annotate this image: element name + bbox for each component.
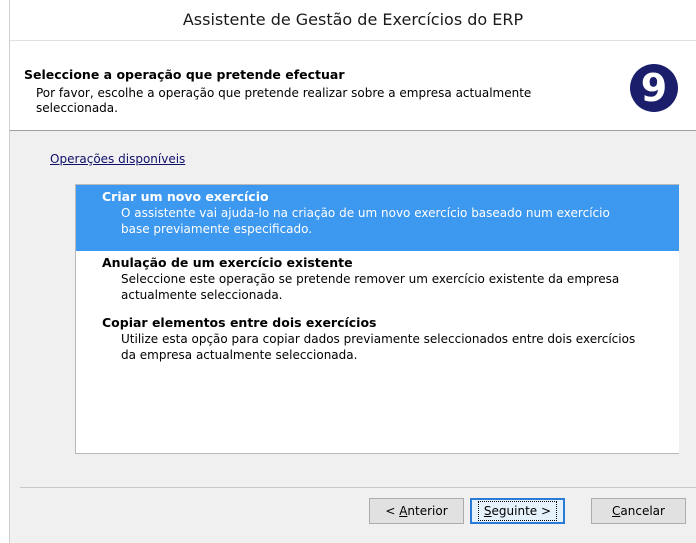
operation-item-create[interactable]: Criar um novo exercício O assistente vai… xyxy=(76,185,679,251)
footer-divider xyxy=(20,487,696,488)
cancel-button[interactable]: Cancelar xyxy=(591,498,686,524)
back-button-prefix: < xyxy=(385,504,400,518)
operation-item-cancel-exercise[interactable]: Anulação de um exercício existente Selec… xyxy=(76,251,679,311)
next-button-label: eguinte > xyxy=(491,504,552,518)
wizard-header: Seleccione a operação que pretende efect… xyxy=(10,40,696,131)
header-title: Seleccione a operação que pretende efect… xyxy=(24,67,345,82)
operation-description: Seleccione este operação se pretende rem… xyxy=(121,272,620,302)
back-button[interactable]: < Anterior xyxy=(369,498,464,524)
operations-list[interactable]: Criar um novo exercício O assistente vai… xyxy=(75,184,679,454)
header-description: Por favor, escolhe a operação que preten… xyxy=(36,86,532,115)
operation-description: Utilize esta opção para copiar dados pre… xyxy=(121,332,636,362)
operation-title: Anulação de um exercício existente xyxy=(102,255,353,270)
operation-title: Criar um novo exercício xyxy=(102,189,269,204)
wizard-window: Assistente de Gestão de Exercícios do ER… xyxy=(9,0,696,543)
operation-description: O assistente vai ajuda-lo na criação de … xyxy=(121,206,610,236)
next-button[interactable]: Seguinte > xyxy=(470,498,565,524)
next-button-accel: S xyxy=(483,504,492,518)
app-logo-icon: 9 xyxy=(630,64,678,112)
logo-glyph: 9 xyxy=(641,66,667,110)
operation-title: Copiar elementos entre dois exercícios xyxy=(102,315,377,330)
cancel-button-label: ancelar xyxy=(620,504,665,518)
window-title: Assistente de Gestão de Exercícios do ER… xyxy=(10,0,696,40)
operation-item-copy-elements[interactable]: Copiar elementos entre dois exercícios U… xyxy=(76,311,679,373)
operations-label: Operações disponíveis xyxy=(50,152,186,166)
back-button-label: nterior xyxy=(407,504,448,518)
